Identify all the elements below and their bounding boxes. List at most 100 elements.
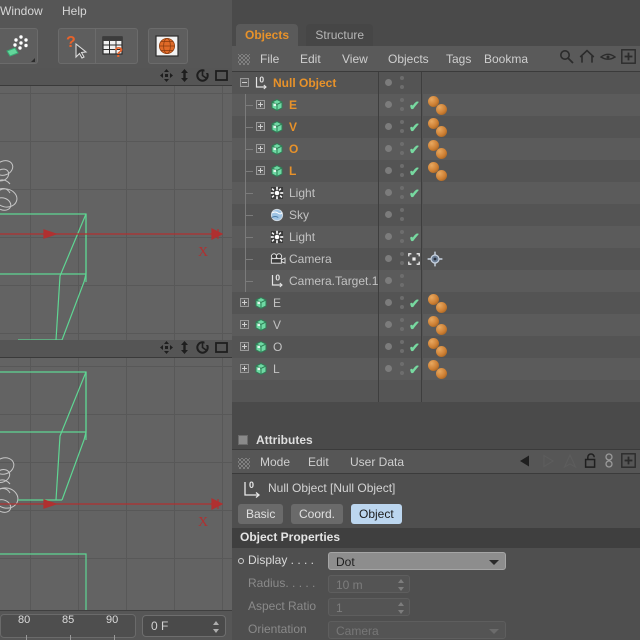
render-visibility-dot-top[interactable] [400, 98, 404, 102]
panel-grip-icon[interactable] [238, 458, 250, 469]
add-box-icon[interactable] [621, 49, 636, 67]
render-visibility-dot-top[interactable] [400, 164, 404, 168]
viewport-top-canvas[interactable]: X [0, 86, 232, 340]
render-visibility-dot-bottom[interactable] [400, 173, 404, 177]
object-name[interactable]: Sky [289, 204, 309, 226]
enabled-check-icon[interactable]: ✔ [409, 231, 420, 244]
visibility-cell[interactable] [379, 248, 421, 270]
rotate-view-icon[interactable] [196, 341, 209, 357]
editor-visibility-dot[interactable] [385, 145, 392, 152]
editor-visibility-dot[interactable] [385, 167, 392, 174]
om-menu-tags[interactable]: Tags [446, 52, 471, 66]
menu-item-help[interactable]: Help [62, 4, 87, 18]
visibility-cell[interactable]: ✔ [379, 292, 421, 314]
back-arrow-icon[interactable] [517, 454, 533, 471]
tag-cell[interactable] [423, 204, 640, 226]
search-icon[interactable] [559, 49, 574, 67]
editor-visibility-dot[interactable] [385, 211, 392, 218]
table-row[interactable]: V [232, 116, 378, 138]
enabled-check-icon[interactable]: ✔ [409, 165, 420, 178]
object-name[interactable]: Light [289, 226, 315, 248]
render-visibility-dot-bottom[interactable] [400, 107, 404, 111]
particle-emitter-icon[interactable] [0, 29, 36, 63]
home-icon[interactable] [579, 49, 595, 67]
visibility-cell[interactable]: ✔ [379, 138, 421, 160]
render-visibility-dot-bottom[interactable] [400, 151, 404, 155]
om-menu-objects[interactable]: Objects [388, 52, 429, 66]
visibility-cell[interactable] [379, 270, 421, 292]
visibility-cell[interactable]: ✔ [379, 314, 421, 336]
render-visibility-dot-bottom[interactable] [400, 327, 404, 331]
menu-item-window[interactable]: Window [0, 4, 43, 18]
help-cursor-icon[interactable]: ? [59, 29, 95, 63]
render-visibility-dot-top[interactable] [400, 208, 404, 212]
visibility-cell[interactable]: ✔ [379, 116, 421, 138]
object-name[interactable]: Camera [289, 248, 332, 270]
visibility-cell[interactable]: ✔ [379, 336, 421, 358]
tag-cell[interactable] [423, 314, 640, 336]
object-name[interactable]: L [289, 160, 296, 182]
render-visibility-dot-bottom[interactable] [400, 305, 404, 309]
object-name[interactable]: V [289, 116, 297, 138]
tag-cell[interactable] [423, 336, 640, 358]
editor-visibility-dot[interactable] [385, 101, 392, 108]
bookmark-icon[interactable] [563, 453, 577, 471]
render-visibility-dot-top[interactable] [400, 296, 404, 300]
visibility-cell[interactable]: ✔ [379, 226, 421, 248]
link-icon[interactable] [604, 453, 614, 471]
render-visibility-dot-top[interactable] [400, 340, 404, 344]
expander-toggle[interactable] [240, 342, 249, 351]
tag-cell[interactable] [423, 94, 640, 116]
tag-cell[interactable] [423, 160, 640, 182]
editor-visibility-dot[interactable] [385, 79, 392, 86]
attr-tab-object[interactable]: Object [351, 504, 402, 524]
object-tag-icon[interactable] [436, 324, 447, 335]
render-visibility-dot-top[interactable] [400, 318, 404, 322]
tag-cell[interactable] [423, 138, 640, 160]
render-visibility-dot-bottom[interactable] [400, 239, 404, 243]
help-table-icon[interactable]: ? [96, 29, 132, 63]
object-name[interactable]: Camera.Target.1 [289, 270, 378, 292]
editor-visibility-dot[interactable] [385, 233, 392, 240]
property-number-field[interactable]: 1 [328, 598, 410, 616]
table-row[interactable]: O [232, 336, 378, 358]
tab-objects[interactable]: Objects [236, 24, 299, 46]
table-row[interactable]: V [232, 314, 378, 336]
table-row[interactable]: Light [232, 226, 378, 248]
editor-visibility-dot[interactable] [385, 343, 392, 350]
object-name[interactable]: E [273, 292, 281, 314]
table-row[interactable]: L [232, 358, 378, 380]
maximize-view-icon[interactable] [215, 341, 228, 357]
property-stepper[interactable] [398, 578, 405, 592]
editor-visibility-dot[interactable] [385, 255, 392, 262]
render-visibility-dot-top[interactable] [400, 120, 404, 124]
table-row[interactable]: L [232, 160, 378, 182]
editor-visibility-dot[interactable] [385, 277, 392, 284]
render-visibility-dot-bottom[interactable] [400, 371, 404, 375]
render-visibility-dot-bottom[interactable] [400, 283, 404, 287]
table-row[interactable]: E [232, 292, 378, 314]
property-number-field[interactable]: 10 m [328, 575, 410, 593]
frame-stepper[interactable] [213, 620, 220, 634]
editor-visibility-dot[interactable] [385, 365, 392, 372]
table-row[interactable]: Sky [232, 204, 378, 226]
om-menu-view[interactable]: View [342, 52, 368, 66]
table-row[interactable]: 0 Camera.Target.1 [232, 270, 378, 292]
enabled-check-icon[interactable]: ✔ [409, 319, 420, 332]
object-tag-icon[interactable] [436, 368, 447, 379]
tag-cell[interactable] [423, 116, 640, 138]
enabled-check-icon[interactable]: ✔ [409, 187, 420, 200]
move-view-icon[interactable] [160, 69, 173, 85]
eye-icon[interactable] [599, 51, 617, 65]
table-row[interactable]: 0 Null Object [232, 72, 378, 94]
render-visibility-dot-top[interactable] [400, 362, 404, 366]
editor-visibility-dot[interactable] [385, 123, 392, 130]
visibility-cell[interactable]: ✔ [379, 94, 421, 116]
viewport-top[interactable]: X [0, 68, 232, 340]
object-tag-icon[interactable] [436, 346, 447, 357]
tag-cell[interactable] [423, 182, 640, 204]
object-tag-icon[interactable] [436, 104, 447, 115]
table-row[interactable]: O [232, 138, 378, 160]
object-tag-icon[interactable] [436, 126, 447, 137]
attr-menu-mode[interactable]: Mode [260, 455, 290, 469]
